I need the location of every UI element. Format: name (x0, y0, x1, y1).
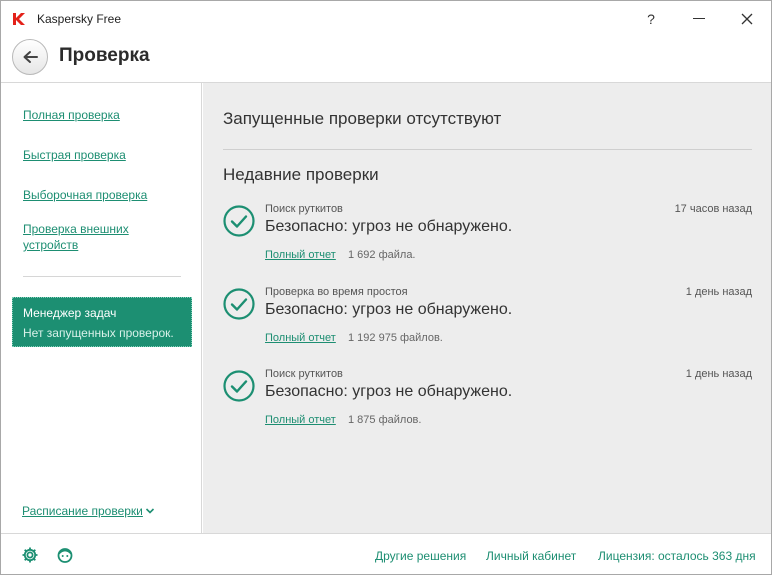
sidebar-divider (23, 276, 181, 277)
support-face-icon[interactable] (56, 546, 74, 564)
other-solutions-link[interactable]: Другие решения (375, 549, 466, 563)
scan-time: 1 день назад (685, 286, 752, 298)
scan-file-count: 1 875 файлов. (348, 414, 422, 426)
scan-list-item: Поиск руткитов 17 часов назад Безопасно:… (223, 203, 752, 273)
main-divider (223, 149, 752, 150)
app-window: Kaspersky Free ? Проверка Полная проверк… (0, 0, 772, 575)
scan-time: 1 день назад (685, 368, 752, 380)
back-button[interactable] (12, 39, 48, 75)
recent-scans-heading: Недавние проверки (223, 165, 379, 184)
scan-type: Поиск руткитов (265, 203, 343, 215)
scan-result: Безопасно: угроз не обнаружено. (265, 383, 513, 400)
sidebar-link-custom-scan[interactable]: Выборочная проверка (23, 187, 173, 203)
page-header: Проверка (1, 37, 771, 83)
scan-file-count: 1 192 975 файлов. (348, 332, 443, 344)
task-manager-status: Нет запущенных проверок. (23, 326, 174, 340)
page-title: Проверка (59, 45, 150, 66)
check-circle-icon (223, 205, 255, 237)
scan-type: Поиск руткитов (265, 368, 343, 380)
check-circle-icon (223, 288, 255, 320)
running-scans-status: Запущенные проверки отсутствуют (223, 109, 502, 128)
scan-type: Проверка во время простоя (265, 286, 408, 298)
task-manager-button[interactable]: Менеджер задач Нет запущенных проверок. (12, 297, 192, 347)
scan-time: 17 часов назад (674, 203, 752, 215)
scan-list-item: Поиск руткитов 1 день назад Безопасно: у… (223, 368, 752, 438)
full-report-link[interactable]: Полный отчет (265, 249, 336, 261)
schedule-scan-link[interactable]: Расписание проверки (22, 504, 143, 518)
close-icon (741, 13, 753, 25)
check-circle-icon (223, 370, 255, 402)
help-button[interactable]: ? (636, 6, 666, 32)
scan-list-item: Проверка во время простоя 1 день назад Б… (223, 286, 752, 356)
sidebar: Полная проверка Быстрая проверка Выбороч… (1, 83, 202, 533)
kaspersky-logo-icon (13, 13, 25, 25)
chevron-down-icon[interactable] (145, 507, 155, 515)
help-icon: ? (647, 11, 655, 27)
title-bar: Kaspersky Free ? (1, 1, 771, 37)
close-button[interactable] (732, 6, 762, 32)
task-manager-title: Менеджер задач (23, 306, 117, 320)
sidebar-link-quick-scan[interactable]: Быстрая проверка (23, 147, 173, 163)
sidebar-link-full-scan[interactable]: Полная проверка (23, 107, 173, 123)
minimize-icon (693, 18, 705, 19)
footer-bar: Другие решения Личный кабинет Лицензия: … (1, 533, 771, 574)
full-report-link[interactable]: Полный отчет (265, 332, 336, 344)
scan-result: Безопасно: угроз не обнаружено. (265, 301, 513, 318)
sidebar-link-external-devices-scan[interactable]: Проверка внешних устройств (23, 221, 143, 253)
app-title: Kaspersky Free (37, 12, 122, 26)
scan-result: Безопасно: угроз не обнаружено. (265, 218, 513, 235)
main-panel: Запущенные проверки отсутствуют Недавние… (203, 83, 771, 533)
arrow-left-icon (23, 51, 38, 63)
license-link[interactable]: Лицензия: осталось 363 дня (598, 549, 756, 563)
scan-file-count: 1 692 файла. (348, 249, 416, 261)
full-report-link[interactable]: Полный отчет (265, 414, 336, 426)
gear-icon[interactable] (21, 546, 39, 564)
minimize-button[interactable] (684, 6, 714, 32)
my-account-link[interactable]: Личный кабинет (486, 549, 576, 563)
